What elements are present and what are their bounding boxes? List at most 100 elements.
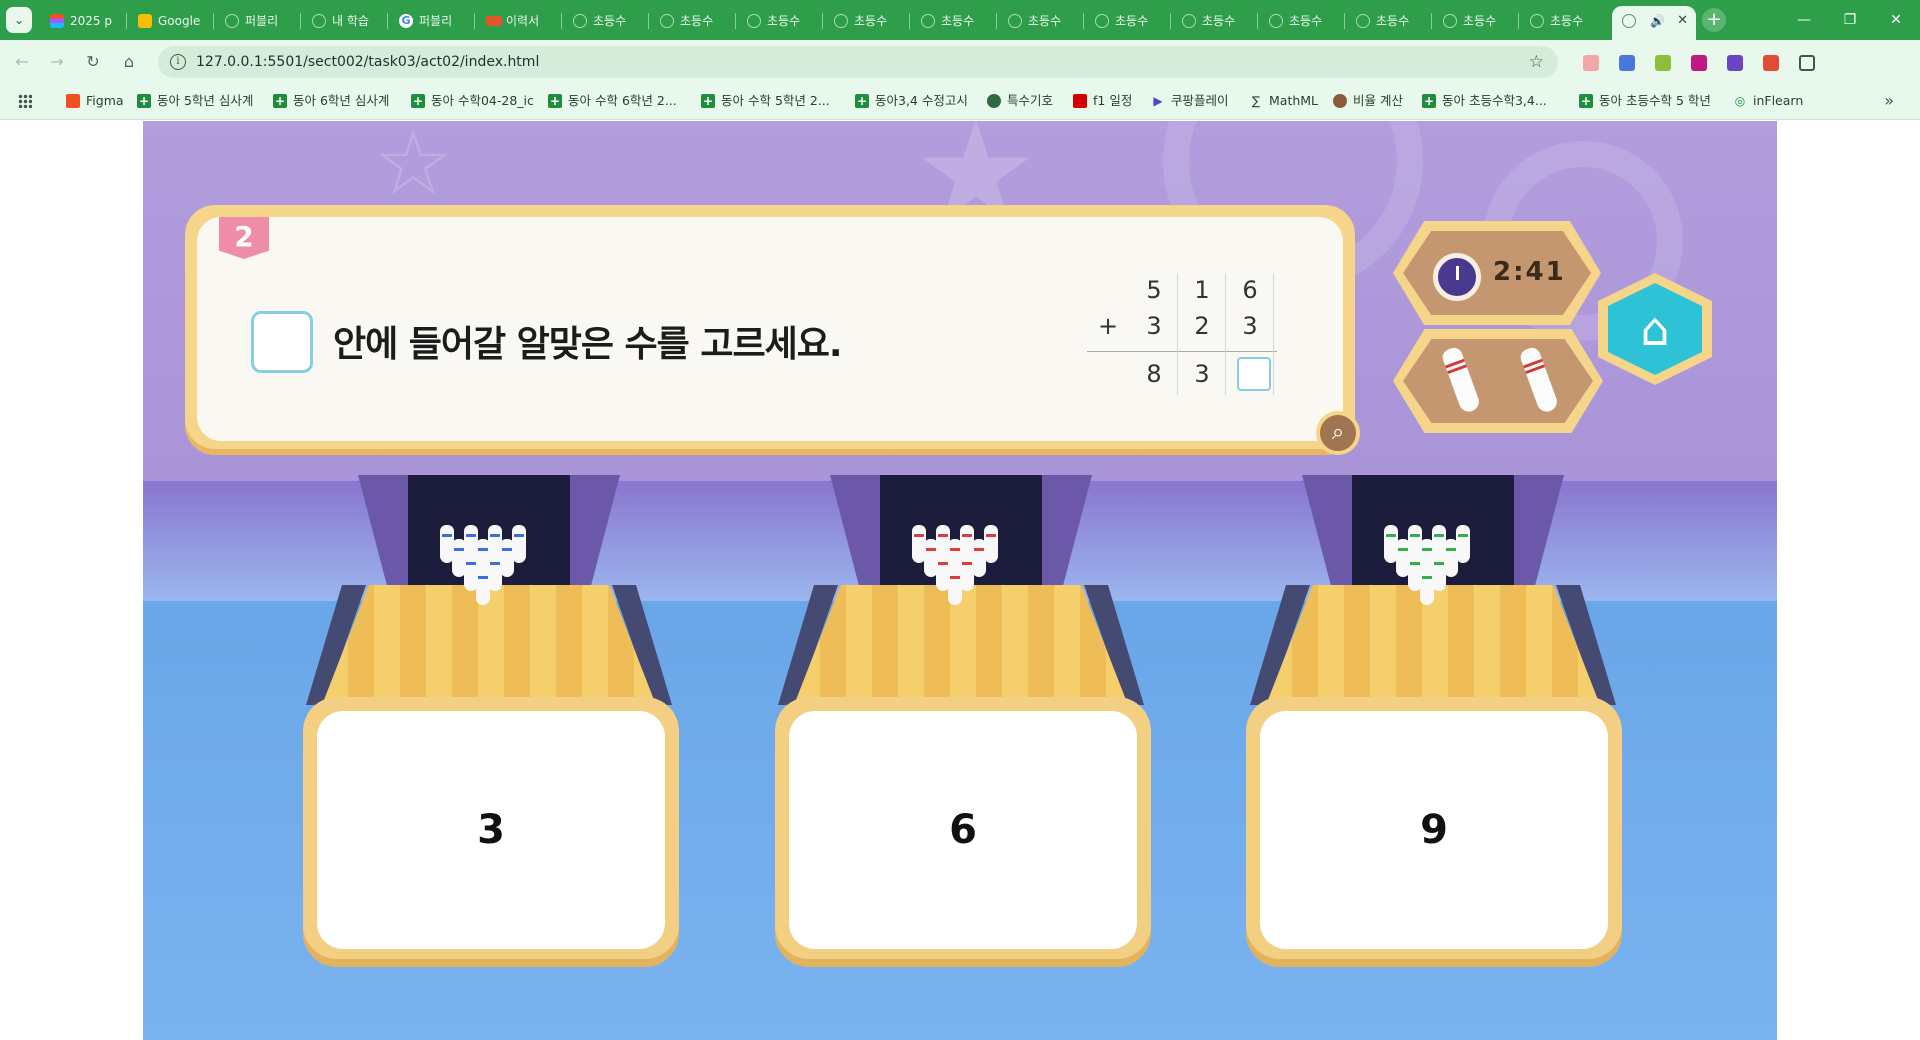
tab[interactable]: 초등수 (1172, 6, 1255, 36)
question-text: 안에 들어갈 알맞은 수를 고르세요. (333, 324, 842, 365)
bowling-pin (1432, 553, 1446, 591)
bookmark-label: Figma (86, 93, 124, 108)
tab[interactable]: 초등수 (824, 6, 907, 36)
home-icon[interactable]: ⌂ (117, 50, 141, 74)
bookmark-item[interactable]: + 동아 초등수학3,4... (1422, 84, 1547, 118)
tab[interactable]: 이력서 (476, 6, 559, 36)
bookmark-item[interactable]: 특수기호 (987, 84, 1053, 118)
extension-icon[interactable] (1583, 55, 1599, 71)
reload-icon[interactable]: ↻ (81, 50, 105, 74)
bookmark-star-icon[interactable]: ☆ (1529, 46, 1544, 78)
tab-label: 초등수 (1289, 14, 1323, 28)
tab-separator (1257, 13, 1258, 29)
site-info-icon[interactable]: i (170, 54, 186, 70)
tab-active[interactable]: 🔊 ✕ (1612, 6, 1696, 40)
restore-icon[interactable]: ❐ (1830, 6, 1870, 34)
speaker-icon[interactable]: 🔊 (1650, 6, 1665, 36)
tab[interactable]: 초등수 (911, 6, 994, 36)
bookmark-label: 동아 6학년 심사계 (293, 93, 390, 108)
bookmarks-overflow-icon[interactable]: » (1884, 84, 1894, 118)
tab-separator (1344, 13, 1345, 29)
address-bar[interactable]: i 127.0.0.1:5501/sect002/task03/act02/in… (158, 46, 1558, 78)
answer-option-1[interactable]: 3 (303, 697, 679, 967)
tab-label: 초등수 (1463, 14, 1497, 28)
bookmark-item[interactable]: ◎ inFlearn (1733, 84, 1804, 118)
plus-operator: + (1097, 312, 1119, 340)
answer-value: 3 (477, 807, 505, 853)
answer-value: 9 (1420, 807, 1448, 853)
lives-panel (1393, 329, 1603, 433)
extension-icon[interactable] (1727, 55, 1743, 71)
tab-separator (996, 13, 997, 29)
back-icon[interactable]: ← (10, 50, 34, 74)
bowling-pin (960, 553, 974, 591)
tab[interactable]: 초등수 (563, 6, 646, 36)
answer-option-2[interactable]: 6 (775, 697, 1151, 967)
extension-icon[interactable] (1619, 55, 1635, 71)
zoom-icon[interactable]: ⌕ (1316, 411, 1360, 455)
close-window-icon[interactable]: ✕ (1876, 6, 1916, 34)
bookmark-item[interactable]: ∑ MathML (1249, 84, 1318, 118)
bookmark-item[interactable]: f1 일정 (1073, 84, 1132, 118)
url-text[interactable]: 127.0.0.1:5501/sect002/task03/act02/inde… (196, 46, 539, 78)
tab-separator (387, 13, 388, 29)
stopwatch-icon (1433, 253, 1481, 301)
extension-icon[interactable] (1763, 55, 1779, 71)
tab[interactable]: 초등수 (650, 6, 733, 36)
page-icon (1008, 14, 1022, 28)
tab[interactable]: 2025 p (40, 6, 123, 36)
forward-icon[interactable]: → (45, 50, 69, 74)
ratio-icon (1333, 94, 1347, 108)
tab[interactable]: 초등수 (1433, 6, 1516, 36)
tab-separator (1431, 13, 1432, 29)
bookmark-label: 쿠팡플레이 (1171, 93, 1229, 108)
bookmark-item[interactable]: + 동아 수학04-28_ic (411, 84, 534, 118)
minimize-icon[interactable]: — (1784, 6, 1824, 34)
bookmark-label: 동아3,4 수정고시 (875, 93, 968, 108)
page-icon (1356, 14, 1370, 28)
tab[interactable]: Google (128, 6, 211, 36)
tab-search-icon[interactable]: ⌄ (6, 7, 32, 33)
tab[interactable]: G 퍼블리 (389, 6, 472, 36)
digit: 3 (1242, 312, 1258, 340)
timer-text: 2:41 (1493, 257, 1566, 287)
tab-label: 2025 p (70, 14, 112, 28)
tab[interactable]: 초등수 (1259, 6, 1342, 36)
bookmark-item[interactable]: 비율 계산 (1333, 84, 1403, 118)
answer-panel: 6 (789, 711, 1137, 949)
extension-icon[interactable] (1655, 55, 1671, 71)
apps-grid-icon[interactable] (18, 94, 32, 108)
tab[interactable]: 퍼블리 (215, 6, 298, 36)
new-tab-button[interactable]: + (1702, 8, 1726, 32)
tab-separator (735, 13, 736, 29)
tab[interactable]: 내 학습 (302, 6, 385, 36)
tab[interactable]: 초등수 (998, 6, 1081, 36)
bowling-pin (512, 525, 526, 563)
answer-option-3[interactable]: 9 (1246, 697, 1622, 967)
page-icon (921, 14, 935, 28)
figma-icon (50, 14, 64, 28)
tab[interactable]: 초등수 (1520, 6, 1603, 36)
bowling-pin-icon (1437, 344, 1486, 416)
tab[interactable]: 초등수 (1085, 6, 1168, 36)
tab[interactable]: 초등수 (737, 6, 820, 36)
tab-label: 내 학습 (332, 14, 369, 28)
bookmark-item[interactable]: Figma (66, 84, 124, 118)
bookmark-item[interactable]: + 동아 초등수학 5 학년 (1579, 84, 1711, 118)
bookmark-item[interactable]: + 동아 5학년 심사계 (137, 84, 253, 118)
bookmark-item[interactable]: + 동아 수학 5학년 2... (701, 84, 830, 118)
tab-label: 초등수 (1376, 14, 1410, 28)
bookmark-item[interactable]: + 동아 6학년 심사계 (273, 84, 389, 118)
tab-label: Google (158, 14, 201, 28)
tab-separator (213, 13, 214, 29)
tab[interactable]: 초등수 (1346, 6, 1429, 36)
close-tab-icon[interactable]: ✕ (1677, 6, 1688, 36)
digit: 2 (1194, 312, 1210, 340)
bookmark-item[interactable]: + 동아3,4 수정고시 (855, 84, 968, 118)
extension-icon[interactable] (1691, 55, 1707, 71)
bookmark-item[interactable]: ▶ 쿠팡플레이 (1151, 84, 1229, 118)
tab-separator (909, 13, 910, 29)
extensions-puzzle-icon[interactable] (1799, 55, 1815, 71)
bookmark-label: 동아 수학04-28_ic (431, 93, 534, 108)
bookmark-item[interactable]: + 동아 수학 6학년 2... (548, 84, 677, 118)
